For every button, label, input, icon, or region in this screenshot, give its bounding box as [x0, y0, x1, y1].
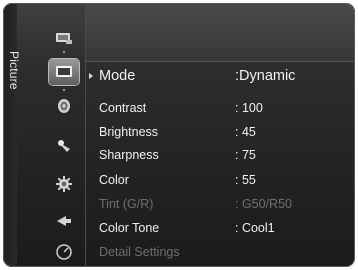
menu-item-detail-settings: Detail Settings	[99, 242, 345, 262]
menu-item-value: : G50/R50	[235, 197, 292, 211]
menu-item-tint: Tint (G/R) : G50/R50	[99, 194, 345, 214]
menu-item-sharpness[interactable]: Sharpness : 75	[99, 145, 345, 165]
menu-item-label: Color	[99, 173, 129, 187]
menu-item-value: : 45	[235, 125, 256, 139]
menu-header-bar	[86, 3, 355, 62]
menu-item-brightness[interactable]: Brightness : 45	[99, 122, 345, 142]
menu-category-tab: Picture	[3, 3, 21, 267]
sound-icon[interactable]	[49, 93, 79, 119]
menu-item-value: :Dynamic	[235, 68, 296, 84]
menu-item-label: Tint (G/R)	[99, 197, 154, 211]
channel-icon[interactable]	[49, 133, 79, 159]
menu-item-label: Detail Settings	[99, 245, 180, 259]
input-icon[interactable]	[49, 207, 79, 233]
menu-item-label: Sharpness	[99, 148, 159, 162]
menu-item-value: : Cool1	[235, 221, 275, 235]
menu-item-mode[interactable]: Mode :Dynamic	[99, 66, 345, 86]
menu-item-color-tone[interactable]: Color Tone : Cool1	[99, 218, 345, 238]
input-list-icon[interactable]	[49, 25, 79, 51]
selection-arrow-icon	[89, 73, 93, 79]
menu-item-label: Mode	[99, 68, 136, 84]
menu-item-value: : 100	[235, 101, 263, 115]
menu-item-label: Color Tone	[99, 221, 160, 235]
menu-item-label: Contrast	[99, 101, 147, 115]
menu-item-color[interactable]: Color : 55	[99, 170, 345, 190]
tv-osd-menu: Picture Mode:Dynamic Contrast: 100 Bri…	[3, 3, 355, 267]
picture-icon[interactable]	[49, 59, 79, 85]
menu-item-contrast[interactable]: Contrast : 100	[99, 98, 345, 118]
column-divider	[85, 3, 86, 267]
application-icon[interactable]	[49, 239, 79, 265]
category-label: Picture	[7, 51, 21, 90]
menu-item-value: : 75	[235, 148, 256, 162]
menu-item-label: Brightness	[99, 125, 159, 139]
setup-icon[interactable]	[49, 171, 79, 197]
category-icon-column	[44, 3, 84, 267]
menu-item-value: : 55	[235, 173, 256, 187]
